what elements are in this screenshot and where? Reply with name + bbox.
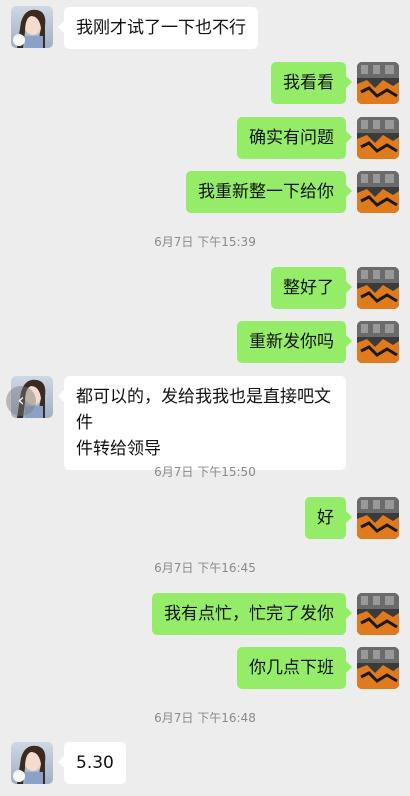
my-avatar[interactable] <box>357 321 399 363</box>
message-text: 你几点下班 <box>249 658 334 678</box>
message-bubble-incoming[interactable]: 5.30 <box>58 742 126 784</box>
message-text: 好 <box>317 508 334 528</box>
message-text: 我有点忙，忙完了发你 <box>164 604 334 624</box>
contact-avatar[interactable] <box>11 742 53 784</box>
message-text: 我重新整一下给你 <box>198 182 334 202</box>
message-bubble-outgoing[interactable]: 我看看 <box>271 62 352 104</box>
timestamp: 6月7日 下午15:50 <box>154 465 256 479</box>
my-avatar-image <box>357 321 399 363</box>
my-avatar[interactable] <box>357 171 399 213</box>
my-avatar[interactable] <box>357 647 399 689</box>
my-avatar[interactable] <box>357 267 399 309</box>
message-bubble-outgoing[interactable]: 好 <box>305 497 352 539</box>
message-text: 我刚才试了一下也不行 <box>76 18 246 38</box>
my-avatar[interactable] <box>357 593 399 635</box>
my-avatar-image <box>357 117 399 159</box>
message-bubble-outgoing[interactable]: 重新发你吗 <box>237 321 352 363</box>
message-bubble-outgoing[interactable]: 确实有问题 <box>237 117 352 159</box>
message-bubble-outgoing[interactable]: 我有点忙，忙完了发你 <box>152 593 352 635</box>
contact-avatar[interactable] <box>11 6 53 48</box>
my-avatar[interactable] <box>357 117 399 159</box>
my-avatar-image <box>357 267 399 309</box>
timestamp: 6月7日 下午16:48 <box>154 711 256 725</box>
contact-avatar-image <box>11 6 53 48</box>
message-bubble-incoming[interactable]: 我刚才试了一下也不行 <box>58 7 258 49</box>
message-text: 重新发你吗 <box>249 332 334 352</box>
my-avatar-image <box>357 171 399 213</box>
message-bubble-incoming[interactable]: 都可以的，发给我我也是直接吧文件 件转给领导 <box>58 376 346 470</box>
message-bubble-outgoing[interactable]: 整好了 <box>271 267 352 309</box>
timestamp: 6月7日 下午15:39 <box>154 235 256 249</box>
back-button[interactable]: ‹ <box>6 386 36 416</box>
contact-avatar-image <box>11 742 53 784</box>
timestamp: 6月7日 下午16:45 <box>154 561 256 575</box>
my-avatar-image <box>357 647 399 689</box>
message-text: 整好了 <box>283 278 334 298</box>
message-text: 我看看 <box>283 73 334 93</box>
message-bubble-outgoing[interactable]: 你几点下班 <box>237 647 352 689</box>
message-text-line: 件转给领导 <box>76 439 161 459</box>
message-text-line: 都可以的，发给我我也是直接吧文件 <box>76 387 331 433</box>
my-avatar[interactable] <box>357 62 399 104</box>
message-bubble-outgoing[interactable]: 我重新整一下给你 <box>186 171 352 213</box>
message-text: 确实有问题 <box>249 128 334 148</box>
chevron-left-icon: ‹ <box>17 390 25 411</box>
my-avatar-image <box>357 62 399 104</box>
my-avatar-image <box>357 497 399 539</box>
my-avatar[interactable] <box>357 497 399 539</box>
message-text: 5.30 <box>76 753 114 773</box>
my-avatar-image <box>357 593 399 635</box>
